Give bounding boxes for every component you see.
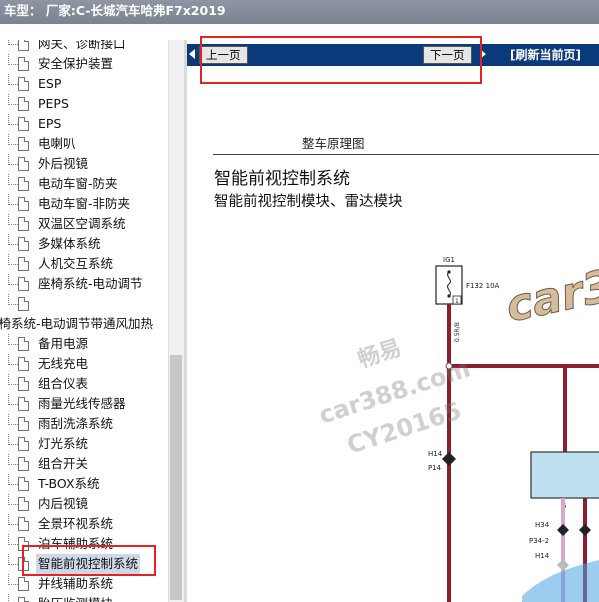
fuse-label: F132 10A — [466, 282, 500, 290]
fuse-top-label: IG1 — [443, 256, 455, 264]
connector-right-label-2: P34-2 — [529, 537, 549, 545]
connector-right-icon-3 — [557, 559, 569, 571]
fuse-pin-bottom — [447, 294, 451, 298]
connector-left-icon — [442, 452, 456, 466]
control-module-box — [530, 451, 599, 499]
fuse-pin-top — [447, 270, 451, 274]
connector-right-icon-1 — [557, 524, 569, 536]
connector-left-top-label: H14 — [428, 450, 443, 458]
watermark-logo: car3 — [502, 260, 599, 332]
connector-right-label-3: H14 — [535, 552, 550, 560]
wiring-diagram: IG1 F132 10A 1 0.5R/B H14 P14 5 6 H34 P3… — [428, 256, 599, 602]
highlight-box-selected-item — [22, 545, 156, 576]
highlight-box-navigation — [200, 36, 482, 84]
connector-right-icon-2 — [579, 524, 591, 536]
connector-left-bottom-label: P14 — [428, 464, 442, 472]
wire-color-label: 0.5R/B — [454, 322, 461, 342]
fuse-corner-label: 1 — [455, 298, 459, 305]
connector-right-label-1: H34 — [535, 521, 550, 529]
